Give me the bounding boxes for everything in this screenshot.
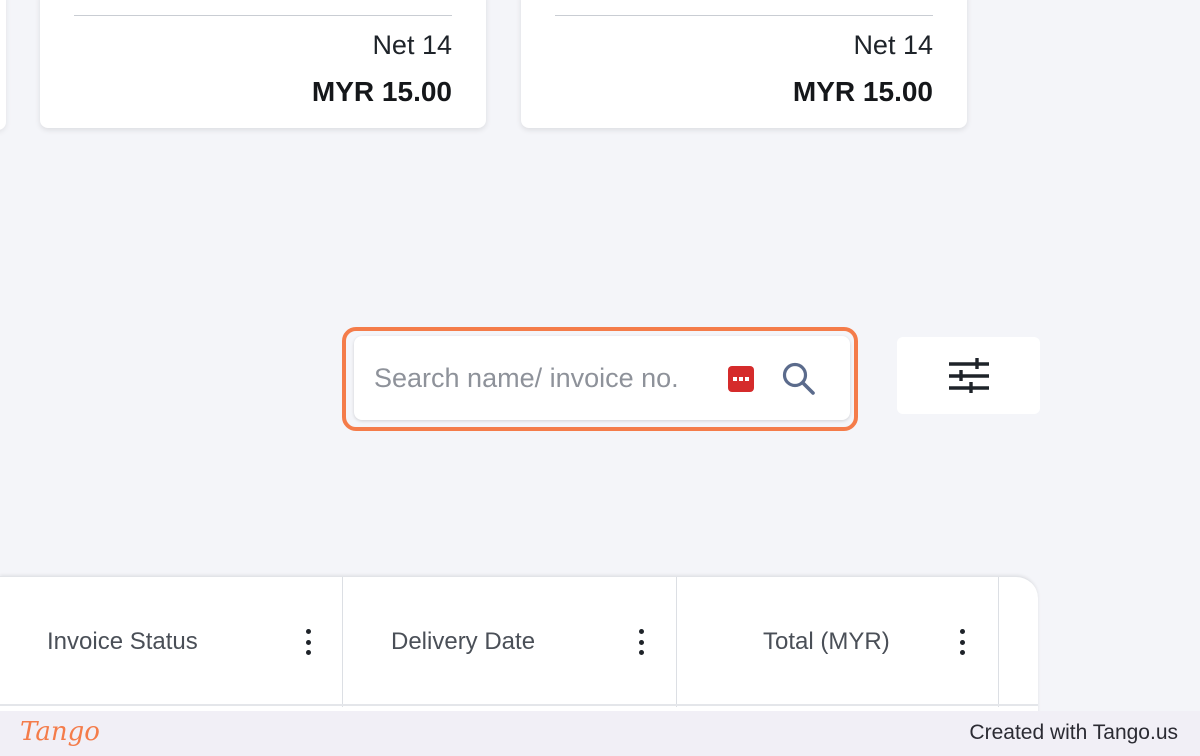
filter-button[interactable] xyxy=(897,337,1040,414)
column-header-total[interactable]: Total (MYR) xyxy=(677,577,999,707)
kebab-vertical-icon[interactable] xyxy=(957,629,967,655)
invoice-card[interactable]: — —— ——— — —— Net 14 MYR 15.00 xyxy=(40,0,486,128)
card-amount: MYR 15.00 xyxy=(311,76,452,107)
card-payment-term: Net 14 xyxy=(372,30,452,60)
sliders-icon xyxy=(948,357,989,393)
column-label: Total (MYR) xyxy=(763,628,890,655)
table-divider xyxy=(0,704,1038,706)
search-input[interactable] xyxy=(374,360,732,396)
card-payment-term: Net 14 xyxy=(853,30,933,60)
search-box[interactable] xyxy=(354,336,850,420)
column-label: Delivery Date xyxy=(391,628,536,655)
password-manager-icon[interactable] xyxy=(728,366,754,392)
kebab-vertical-icon[interactable] xyxy=(636,629,646,655)
invoice-card[interactable]: — —— ——— — —— Net 14 MYR 15.00 xyxy=(521,0,967,128)
column-header-invoice-status[interactable]: Invoice Status xyxy=(0,577,343,707)
search-icon[interactable] xyxy=(780,360,818,398)
card-divider xyxy=(555,15,933,16)
footer-credit: Created with Tango.us xyxy=(969,721,1178,744)
column-header-delivery-date[interactable]: Delivery Date xyxy=(343,577,677,707)
partial-card xyxy=(0,0,6,130)
card-amount: MYR 15.00 xyxy=(792,76,933,107)
column-label: Invoice Status xyxy=(47,628,198,655)
tango-footer: Tango Created with Tango.us xyxy=(0,711,1200,756)
kebab-vertical-icon[interactable] xyxy=(303,629,313,655)
tango-logo: Tango xyxy=(20,717,100,747)
card-divider xyxy=(74,15,452,16)
invoice-table-header: Invoice Status Delivery Date Total (MYR) xyxy=(0,576,1038,716)
